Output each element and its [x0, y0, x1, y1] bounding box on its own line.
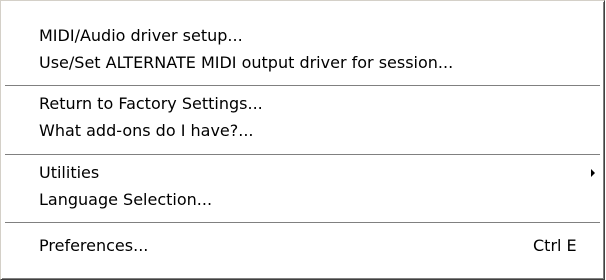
menu-separator [5, 222, 600, 224]
menu-item-language-selection[interactable]: Language Selection... [3, 186, 602, 214]
menu-item-return-to-factory-settings[interactable]: Return to Factory Settings... [3, 90, 602, 118]
menu-item-alternate-midi-output-driver[interactable]: Use/Set ALTERNATE MIDI output driver for… [3, 49, 602, 77]
menu-item-what-add-ons[interactable]: What add-ons do I have?... [3, 117, 602, 145]
context-menu: MIDI/Audio driver setup... Use/Set ALTER… [0, 0, 605, 280]
menu-item-utilities[interactable]: Utilities [3, 159, 602, 187]
menu-item-label: Return to Factory Settings... [39, 94, 263, 113]
menu-item-label: Utilities [39, 163, 100, 182]
menu-item-preferences[interactable]: Preferences... Ctrl E [3, 232, 602, 260]
menu-item-label: Use/Set ALTERNATE MIDI output driver for… [39, 53, 454, 72]
menu-separator [5, 85, 600, 87]
menu-item-shortcut: Ctrl E [533, 236, 577, 255]
menu-item-midi-audio-driver-setup[interactable]: MIDI/Audio driver setup... [3, 22, 602, 50]
menu-item-label: MIDI/Audio driver setup... [39, 26, 243, 45]
menu-item-label: What add-ons do I have?... [39, 121, 254, 140]
menu-item-label: Language Selection... [39, 190, 213, 209]
submenu-arrow-icon [591, 169, 595, 177]
menu-item-label: Preferences... [39, 236, 149, 255]
menu-separator [5, 154, 600, 156]
